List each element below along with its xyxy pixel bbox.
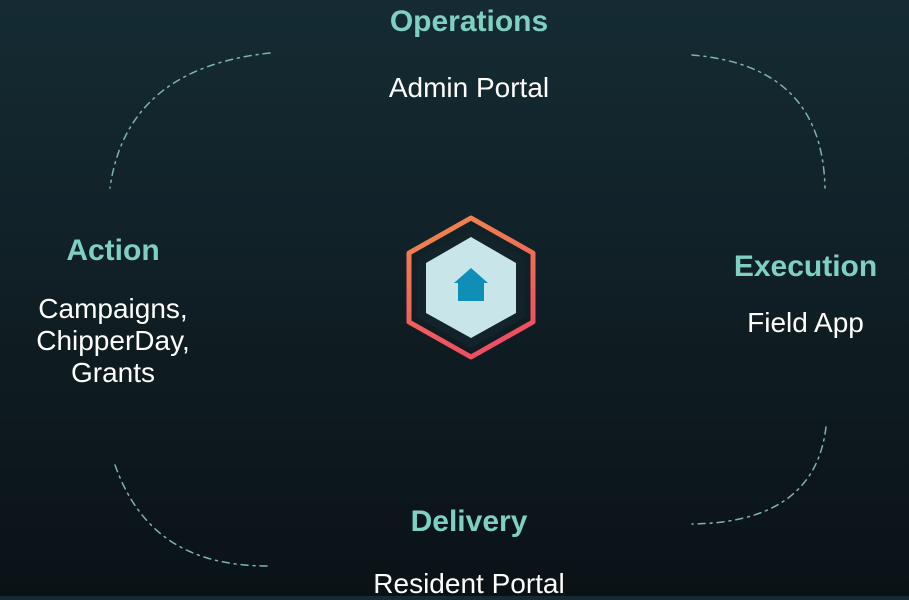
node-title-action: Action — [66, 234, 160, 267]
node-action: Action Campaigns, ChipperDay, Grants — [0, 233, 226, 389]
arc-bottom-right — [691, 426, 827, 525]
node-body-execution: Field App — [747, 307, 864, 338]
arc-bottom-left — [114, 464, 269, 567]
node-body-action: Campaigns, ChipperDay, Grants — [36, 293, 190, 388]
node-title-operations: Operations — [389, 5, 549, 38]
node-execution: Execution Field App — [702, 249, 909, 339]
node-operations: Operations Admin Portal — [304, 4, 634, 104]
arc-top-right — [691, 54, 826, 189]
cycle-diagram: Operations Admin Portal Action Campaigns… — [0, 0, 909, 599]
node-body-delivery: Resident Portal — [373, 568, 565, 599]
node-title-execution: Execution — [733, 250, 878, 283]
node-body-operations: Admin Portal — [388, 72, 550, 103]
hub-hexagon — [406, 215, 536, 360]
node-delivery: Delivery Resident Portal — [304, 504, 634, 600]
node-title-delivery: Delivery — [410, 505, 528, 538]
arc-top-left — [109, 52, 271, 189]
